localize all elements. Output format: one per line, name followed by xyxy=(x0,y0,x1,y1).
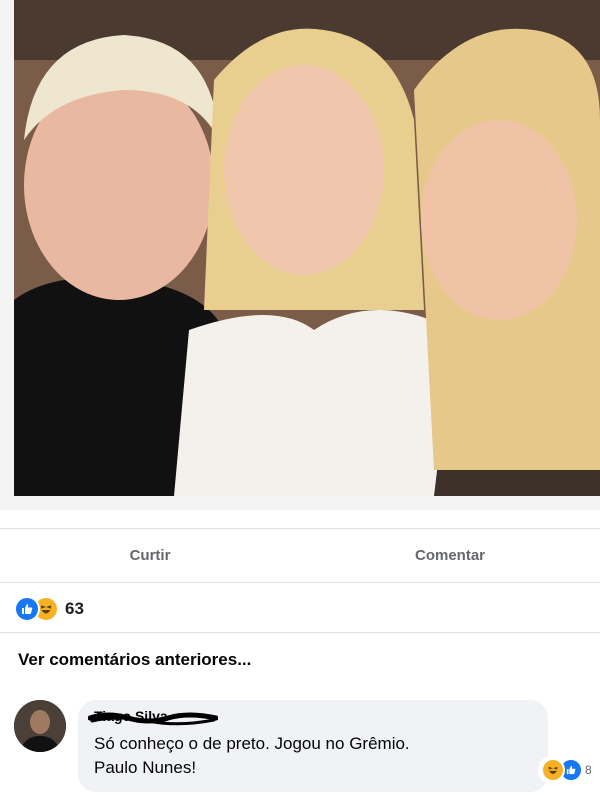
reaction-count: 63 xyxy=(65,599,84,618)
like-icon xyxy=(14,596,40,622)
divider-top xyxy=(0,528,600,529)
like-button[interactable]: Curtir xyxy=(0,547,300,564)
comment-text-line-2: Paulo Nunes! xyxy=(94,758,197,777)
view-previous-comments-link[interactable]: Ver comentários anteriores... xyxy=(18,650,251,670)
comment-button[interactable]: Comentar xyxy=(300,547,600,564)
comment-reaction-count: 8 xyxy=(585,763,592,777)
comment-reactions[interactable]: 8 xyxy=(538,756,595,784)
post-photo-frame xyxy=(0,0,600,510)
avatar[interactable] xyxy=(14,700,66,752)
divider-comments xyxy=(0,632,600,633)
comment-bubble: Tiago Silva Só conheço o de preto. Jogou… xyxy=(78,700,548,792)
redaction-scribble xyxy=(88,712,218,726)
post-reactions[interactable]: 63 xyxy=(14,596,84,622)
post-actions-bar: Curtir Comentar xyxy=(0,530,600,580)
comment-text: Só conheço o de preto. Jogou no Grêmio. … xyxy=(94,732,534,780)
divider-bottom xyxy=(0,582,600,583)
comment-text-line-1: Só conheço o de preto. Jogou no Grêmio. xyxy=(94,734,410,753)
post-photo[interactable] xyxy=(14,0,600,496)
photo-illustration xyxy=(14,0,600,496)
haha-icon xyxy=(541,758,565,782)
